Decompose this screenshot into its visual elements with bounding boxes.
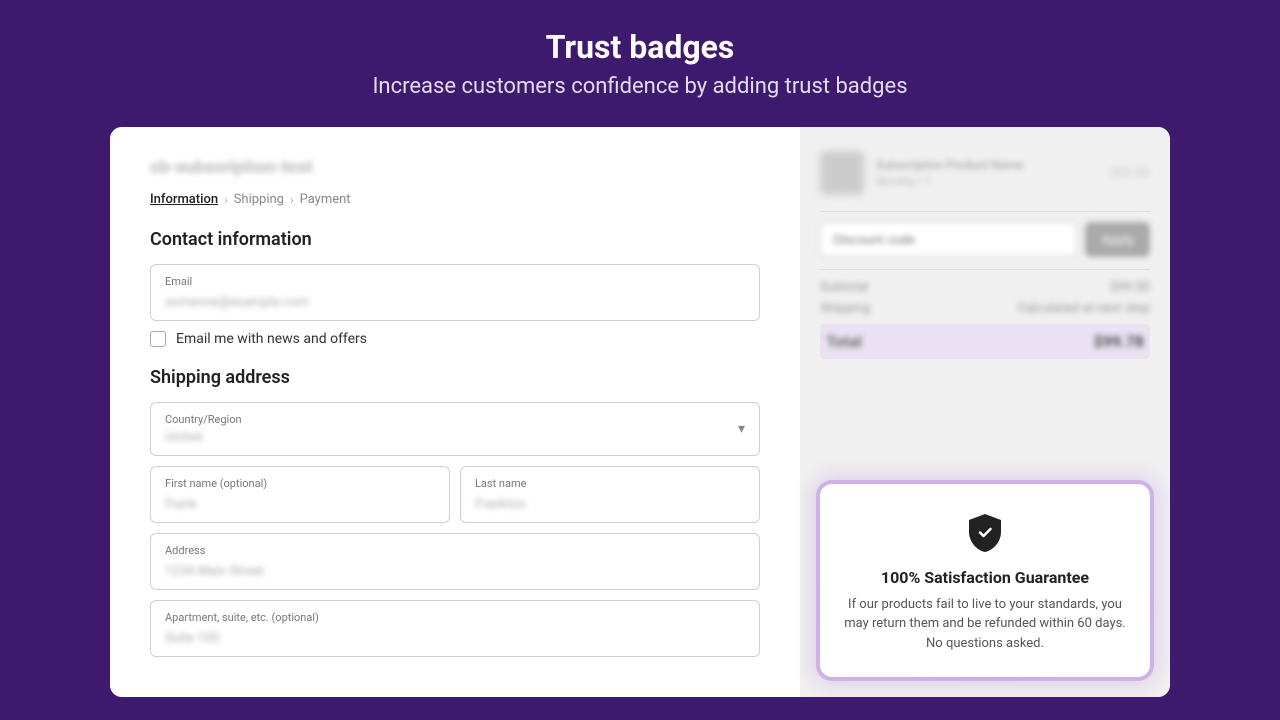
product-avatar: [820, 151, 864, 195]
shipping-section-title: Shipping address: [150, 367, 760, 388]
shipping-row: Shipping Calculated at next step: [820, 301, 1150, 316]
shipping-value: Calculated at next step: [1018, 301, 1150, 316]
product-name: Subscription Product Name: [876, 158, 1098, 172]
apt-field[interactable]: Apartment, suite, etc. (optional) Suite …: [150, 600, 760, 657]
trust-badge-description: If our products fail to live to your sta…: [840, 595, 1130, 654]
product-sub: Monthly / 1: [876, 175, 1098, 188]
total-row: Total $99.78: [820, 324, 1150, 359]
subtotal-label: Subtotal: [820, 280, 868, 295]
total-label: Total: [826, 332, 862, 351]
country-value: United: [165, 430, 202, 445]
left-panel: cb-subscription-test Information › Shipp…: [110, 127, 800, 697]
total-value: $99.78: [1094, 332, 1144, 351]
subtotal-row: Subtotal $99.00: [820, 280, 1150, 295]
newsletter-checkbox[interactable]: [150, 331, 166, 347]
first-name-label: First name (optional): [165, 477, 435, 490]
address-label: Address: [165, 544, 745, 557]
breadcrumb-shipping[interactable]: Shipping: [234, 192, 284, 207]
divider-2: [820, 269, 1150, 270]
order-item: Subscription Product Name Monthly / 1 $9…: [820, 151, 1150, 195]
hero-title: Trust badges: [372, 28, 907, 66]
discount-input[interactable]: [820, 222, 1077, 257]
email-field[interactable]: Email someone@example.com: [150, 264, 760, 321]
email-label: Email: [165, 275, 745, 288]
shipping-label: Shipping: [820, 301, 870, 316]
first-name-value: Frank: [165, 497, 197, 512]
trust-badge-icon: [961, 508, 1009, 556]
address-value: 1234 Main Street: [165, 564, 264, 579]
contact-section-title: Contact information: [150, 229, 760, 250]
country-chevron-icon: ▾: [738, 421, 745, 437]
email-value: someone@example.com: [165, 295, 309, 310]
store-name: cb-subscription-test: [150, 157, 760, 178]
breadcrumb-information[interactable]: Information: [150, 192, 218, 207]
last-name-label: Last name: [475, 477, 745, 490]
chevron-icon-2: ›: [290, 193, 294, 207]
newsletter-label: Email me with news and offers: [176, 331, 367, 347]
last-name-field[interactable]: Last name Frankton: [460, 466, 760, 523]
right-panel: Subscription Product Name Monthly / 1 $9…: [800, 127, 1170, 697]
chevron-icon-1: ›: [224, 193, 228, 207]
country-label: Country/Region: [165, 413, 242, 426]
last-name-value: Frankton: [475, 497, 526, 512]
trust-badge-card: 100% Satisfaction Guarantee If our produ…: [820, 484, 1150, 678]
newsletter-row: Email me with news and offers: [150, 331, 760, 347]
hero-subtitle: Increase customers confidence by adding …: [372, 74, 907, 99]
apt-value: Suite 100: [165, 631, 219, 646]
name-row: First name (optional) Frank Last name Fr…: [150, 466, 760, 523]
discount-row: Apply: [820, 222, 1150, 257]
breadcrumb: Information › Shipping › Payment: [150, 192, 760, 207]
apply-discount-button[interactable]: Apply: [1085, 222, 1150, 257]
main-card: cb-subscription-test Information › Shipp…: [110, 127, 1170, 697]
subtotal-value: $99.00: [1110, 280, 1150, 295]
hero-header: Trust badges Increase customers confiden…: [352, 0, 927, 119]
breadcrumb-payment[interactable]: Payment: [300, 192, 351, 207]
trust-badge-title: 100% Satisfaction Guarantee: [840, 568, 1130, 587]
product-price: $99.00: [1110, 166, 1150, 181]
country-field[interactable]: Country/Region United ▾: [150, 402, 760, 456]
divider-1: [820, 211, 1150, 212]
address-field[interactable]: Address 1234 Main Street: [150, 533, 760, 590]
product-details: Subscription Product Name Monthly / 1: [876, 158, 1098, 188]
apt-label: Apartment, suite, etc. (optional): [165, 611, 745, 624]
first-name-field[interactable]: First name (optional) Frank: [150, 466, 450, 523]
